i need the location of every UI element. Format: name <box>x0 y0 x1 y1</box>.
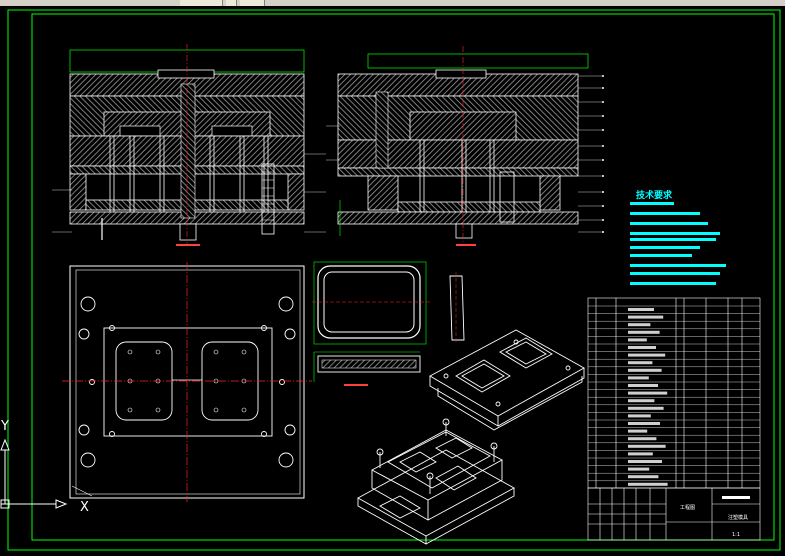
table-cell-text <box>628 460 662 463</box>
table-cell-text <box>628 323 651 327</box>
table-cell-text <box>628 315 664 319</box>
table-cell-text <box>628 346 656 349</box>
table-cell-text <box>628 391 668 395</box>
title-block: 工程图 注塑模具 1:1 <box>587 487 761 541</box>
table-cell-text <box>628 384 658 387</box>
table-cell-text <box>628 437 657 441</box>
table-cell-text <box>628 330 660 334</box>
x-axis-label: X <box>80 500 89 515</box>
drawing-scale: 1:1 <box>732 532 740 538</box>
table-cell-text <box>628 475 659 479</box>
isometric-view-assembly <box>357 418 515 545</box>
ucs-icon <box>0 438 68 509</box>
isometric-view-cavity <box>429 329 585 431</box>
table-cell-text <box>628 429 648 433</box>
table-cell-text <box>628 467 650 471</box>
y-axis-label: Y <box>0 419 9 434</box>
part-view <box>312 261 465 386</box>
table-cell-text <box>628 444 666 448</box>
parts-list-rows <box>588 305 760 486</box>
table-cell-text <box>628 399 655 403</box>
table-cell-text <box>628 482 668 486</box>
table-cell-text <box>628 406 664 410</box>
tech-requirements-heading: 技术要求 <box>636 189 673 201</box>
company-name: 工程图 <box>680 504 695 511</box>
technical-requirements: 技术要求 <box>630 189 726 285</box>
table-cell-text <box>628 414 651 418</box>
plan-view <box>62 262 312 502</box>
table-cell-text <box>628 368 662 372</box>
table-cell-text <box>628 361 653 365</box>
parts-list-table <box>587 297 761 489</box>
table-cell-text <box>628 452 653 456</box>
table-cell-text <box>628 353 666 357</box>
table-cell-text <box>628 376 649 380</box>
table-cell-text <box>628 338 647 342</box>
table-cell-text <box>628 308 654 311</box>
section-view-right <box>326 46 604 246</box>
drawing-name: 注塑模具 <box>728 514 748 521</box>
cad-drawing[interactable]: 技术要求 工程图 注塑模具 1:1 Y X <box>0 6 785 556</box>
section-view-left <box>52 44 326 246</box>
table-cell-text <box>628 422 660 425</box>
